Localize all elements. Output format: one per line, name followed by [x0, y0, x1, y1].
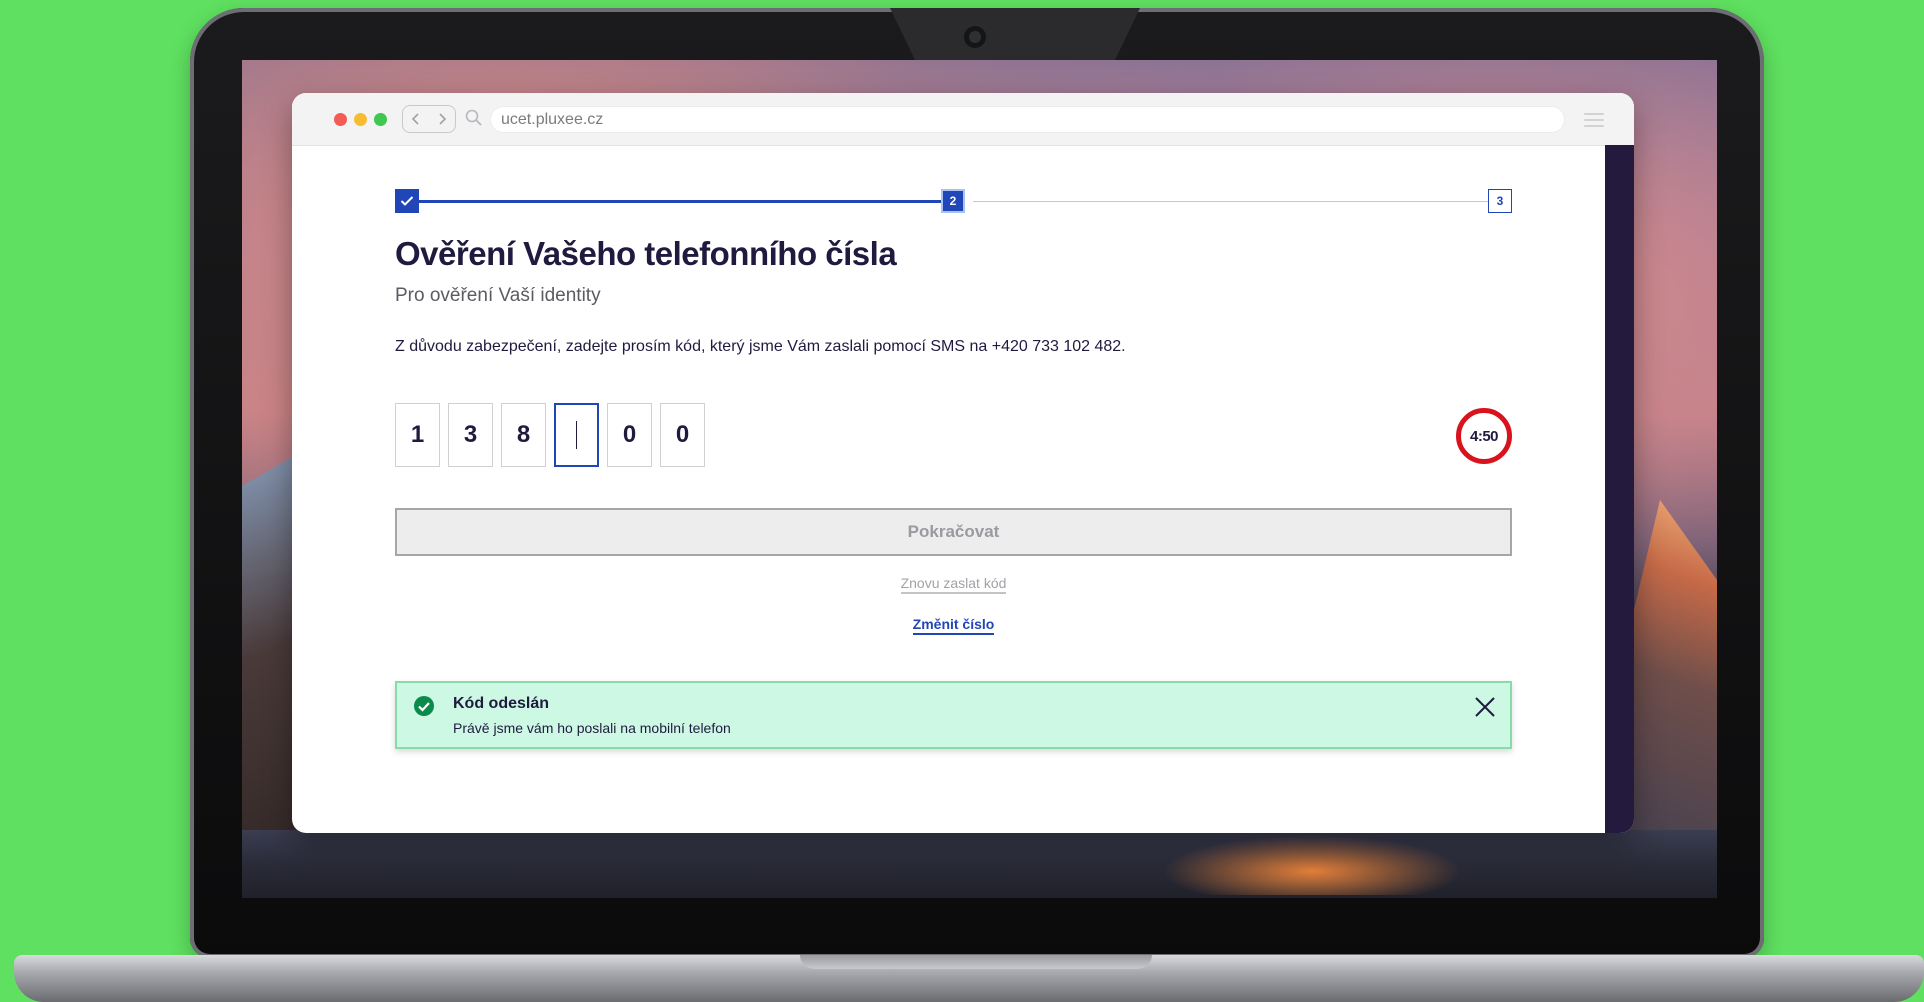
chevron-right-icon[interactable]: [429, 106, 455, 132]
resend-code-row: Znovu zaslat kód: [292, 575, 1615, 594]
step-1-completed: [395, 189, 419, 213]
search-icon: [464, 108, 484, 128]
browser-toolbar: ucet.pluxee.cz: [292, 93, 1634, 146]
address-bar[interactable]: ucet.pluxee.cz: [490, 106, 1565, 133]
camera-icon: [964, 26, 986, 48]
code-digit-5[interactable]: 0: [607, 403, 652, 467]
window-close-button[interactable]: [334, 113, 347, 126]
stepper-progress-done: [419, 200, 949, 203]
check-icon: [400, 196, 414, 206]
sms-instruction: Z důvodu zabezpečení, zadejte prosím kód…: [395, 338, 1126, 355]
window-maximize-button[interactable]: [374, 113, 387, 126]
page-side-strip: [1605, 145, 1634, 833]
code-digit-2[interactable]: 3: [448, 403, 493, 467]
menu-icon[interactable]: [1584, 109, 1604, 129]
page-title: Ověření Vašeho telefonního čísla: [395, 235, 897, 272]
code-digit-1[interactable]: 1: [395, 403, 440, 467]
check-circle-icon: [413, 695, 435, 717]
sms-code-inputs: 1 3 8 0 0: [395, 403, 705, 467]
wallpaper-peak-glow: [1162, 835, 1462, 895]
step-2-current: 2: [941, 189, 965, 213]
code-digit-6[interactable]: 0: [660, 403, 705, 467]
change-number-row: Změnit číslo: [292, 616, 1615, 635]
window-minimize-button[interactable]: [354, 113, 367, 126]
close-icon[interactable]: [1473, 695, 1497, 719]
change-number-link[interactable]: Změnit číslo: [912, 616, 995, 635]
code-digit-3[interactable]: 8: [501, 403, 546, 467]
stepper-progress-remaining: [973, 201, 1488, 202]
progress-stepper: 2 3: [395, 189, 1512, 215]
browser-window: ucet.pluxee.cz 2 3 Ověření Vašeho telefo…: [292, 93, 1634, 833]
chevron-left-icon[interactable]: [403, 106, 429, 132]
text-caret: [575, 421, 578, 449]
step-3-upcoming: 3: [1488, 189, 1512, 213]
countdown-timer: 4:50: [1456, 408, 1512, 464]
page-subtitle: Pro ověření Vaší identity: [395, 285, 601, 306]
wallpaper-mountain-range: [242, 830, 1717, 898]
continue-button[interactable]: Pokračovat: [395, 508, 1512, 556]
toast-title: Kód odeslán: [453, 695, 550, 712]
success-toast: Kód odeslán Právě jsme vám ho poslali na…: [395, 681, 1512, 749]
resend-code-link[interactable]: Znovu zaslat kód: [900, 575, 1007, 594]
history-nav: [402, 105, 456, 133]
code-digit-4[interactable]: [554, 403, 599, 467]
page-content: 2 3 Ověření Vašeho telefonního čísla Pro…: [292, 145, 1605, 833]
toast-message: Právě jsme vám ho poslali na mobilní tel…: [453, 720, 731, 736]
camera-notch: [890, 8, 1140, 60]
laptop-base-notch: [800, 955, 1152, 969]
